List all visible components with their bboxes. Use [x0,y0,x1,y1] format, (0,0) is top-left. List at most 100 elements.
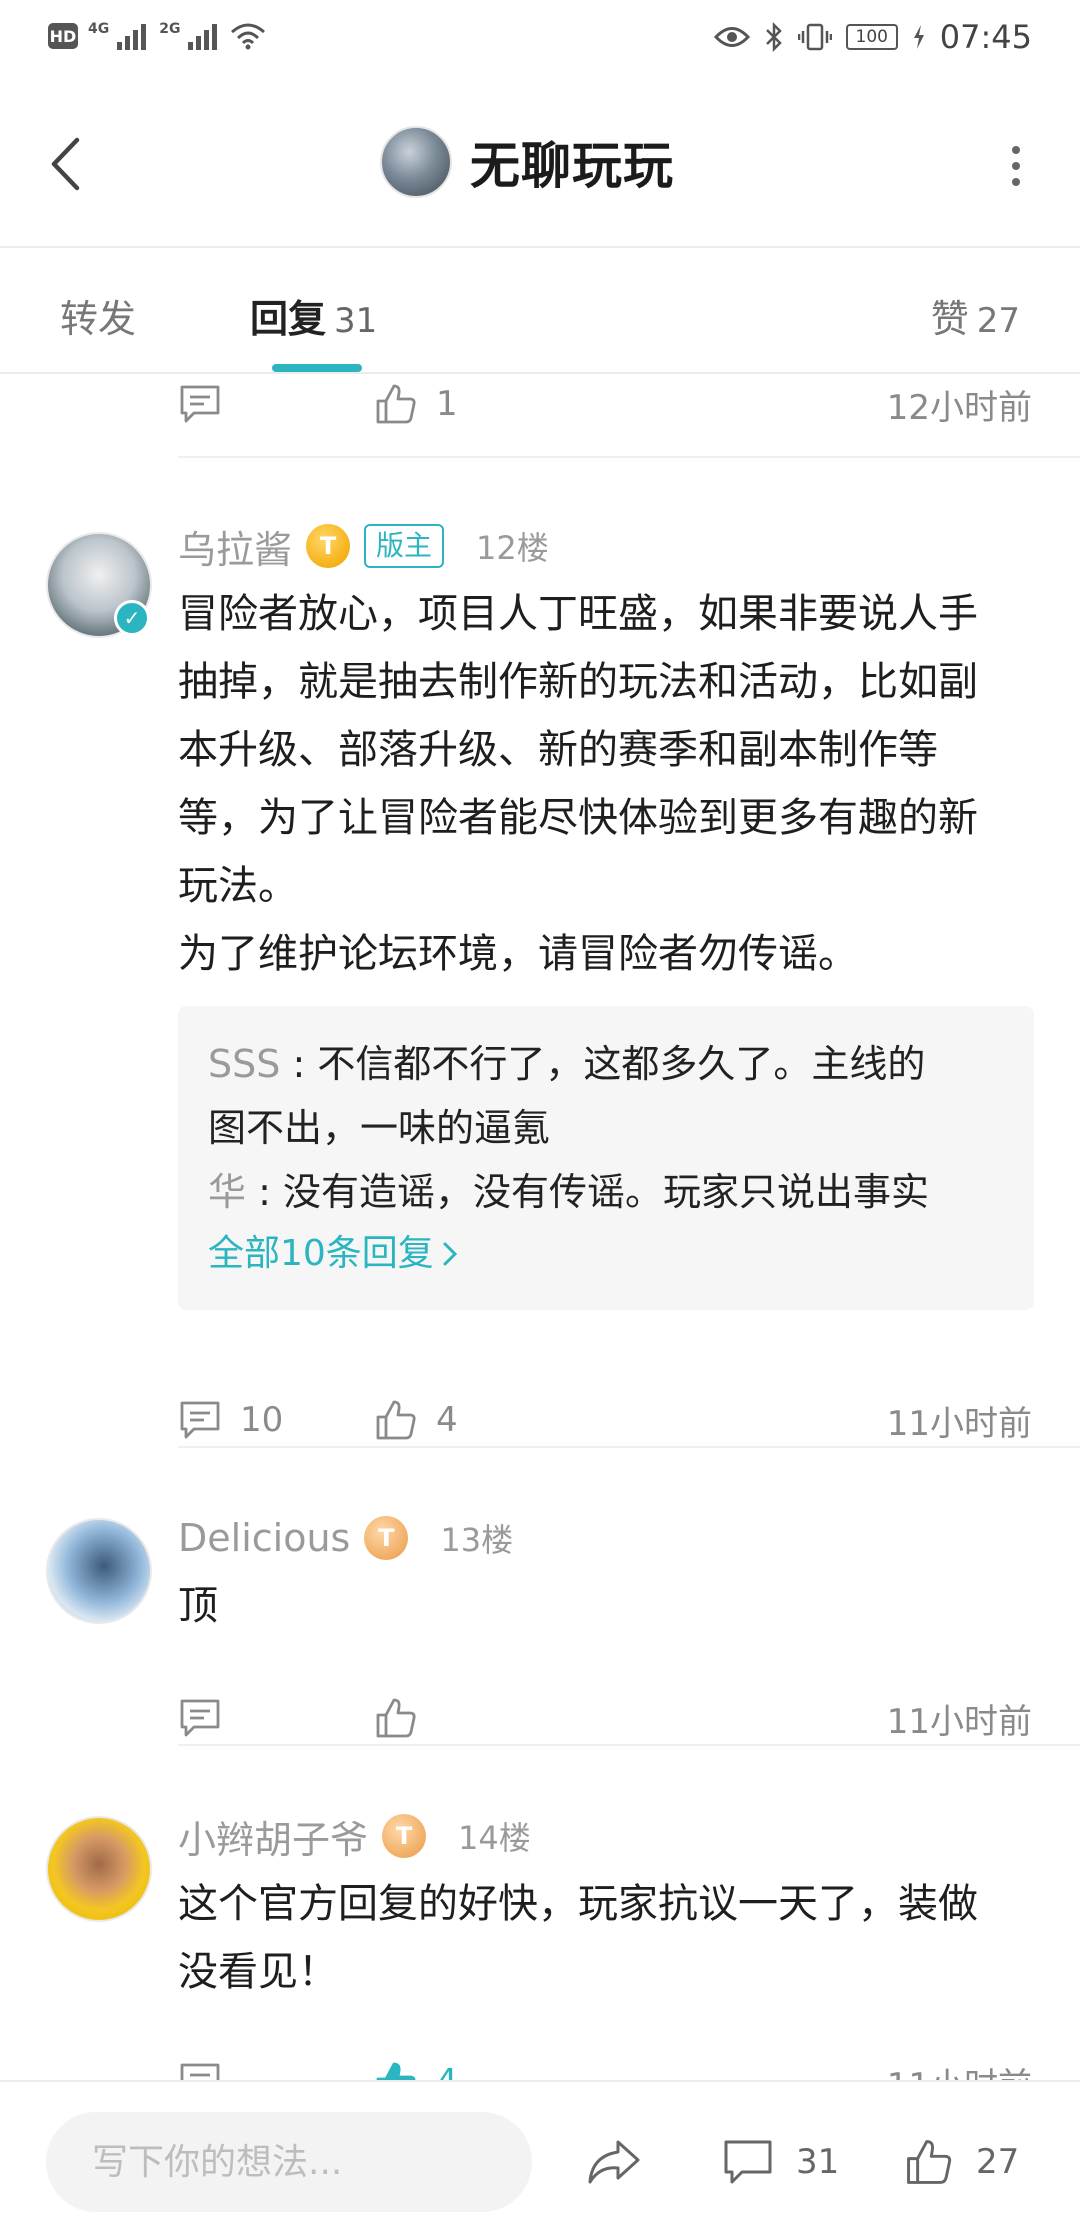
wifi-icon [231,23,266,50]
back-button[interactable] [40,132,90,196]
thumbs-up-icon [376,1698,416,1738]
all-replies-link[interactable]: 全部10条回复 [208,1224,1004,1284]
post-line: 本升级、部落升级、新的赛季和副本制作等 [178,727,938,773]
like-count: 4 [436,2062,458,2080]
thumbs-up-icon [376,2062,416,2080]
comment-button[interactable] [178,1698,374,1738]
post-time: 12小时前 [886,387,1032,428]
post-line: 为了维护论坛环境，请冒险者勿传谣。 [178,931,858,977]
avatar[interactable] [46,1518,152,1624]
sub-reply: SSS : 不信都不行了，这都多久了。主线的 图不出，一味的逼氪 [208,1032,1004,1160]
like-post-button[interactable]: 27 [904,2128,1019,2196]
avatar[interactable] [46,1816,152,1922]
reply-input-container[interactable] [46,2112,532,2212]
username[interactable]: Delicious [178,1516,350,1560]
network-label-1: 4G [88,21,110,37]
floor-number: 13楼 [440,1521,514,1559]
sub-reply-author[interactable]: SSS [208,1042,280,1086]
thumbs-up-icon [907,2140,952,2184]
post-line: 等，为了让冒险者能尽快体验到更多有趣的新 [178,795,978,841]
tab-forward-label: 转发 [60,297,137,341]
reply-feed[interactable]: 1 12小时前 ✓ 乌拉酱 T 版主 12楼 冒险者放心，项目人丁旺盛，如果非要… [0,374,1080,2080]
author-avatar[interactable] [380,126,452,198]
reply-input[interactable] [92,2141,492,2183]
post-body: 这个官方回复的好快，玩家抗议一天了，装做 没看见！ [178,1870,1040,2006]
post-line: 顶 [178,1583,218,1629]
post-meta: 乌拉酱 T 版主 12楼 [178,520,549,572]
level-badge-icon: T [306,524,351,568]
sub-reply-author[interactable]: 华 [208,1170,246,1214]
network-label-2: 2G [159,21,181,37]
comment-button[interactable] [178,384,374,424]
clock: 07:45 [939,18,1032,56]
comment-icon [180,385,220,423]
sub-reply: 华 : 没有造谣，没有传谣。玩家只说出事实 [208,1160,1004,1224]
chevron-right-icon [443,1242,457,1266]
floor-number: 12楼 [476,529,549,567]
divider [178,1446,1080,1448]
all-replies-label: 全部10条回复 [208,1233,434,1274]
tab-bar: 转发 回复 31 赞 27 [0,250,1080,374]
eye-icon [713,27,750,47]
comment-icon [724,2140,772,2184]
tab-like-count: 27 [976,301,1020,341]
username[interactable]: 小辫胡子爷 [178,1809,368,1864]
like-button[interactable]: 1 [374,382,574,426]
post-actions: 4 11小时前 [178,2052,1032,2080]
hd-badge: HD [48,23,78,49]
thumbs-up-icon [376,1400,416,1440]
level-badge-icon: T [364,1516,409,1560]
like-button[interactable]: 4 [374,2060,574,2080]
more-options-button[interactable] [1008,146,1024,186]
bottom-bar: 31 27 [0,2080,1080,2240]
comments-count: 31 [796,2142,840,2182]
tab-reply-count: 31 [334,301,378,341]
post-time: 11小时前 [887,2058,1032,2081]
share-button[interactable] [586,2128,642,2196]
signal-icon [117,24,147,50]
thumbs-up-icon [376,384,416,424]
vibrate-icon [797,23,832,51]
more-vertical-icon [1012,146,1020,154]
status-bar: HD 4G 2G 100 07:45 [0,0,1080,80]
battery-icon: 100 [845,24,898,50]
floor-number: 14楼 [458,1819,531,1857]
tab-reply[interactable]: 回复 31 [250,288,377,343]
bluetooth-icon [765,22,782,52]
post-time: 11小时前 [886,1701,1032,1742]
sub-replies-box[interactable]: SSS : 不信都不行了，这都多久了。主线的 图不出，一味的逼氪 华 : 没有造… [178,1006,1034,1310]
charging-icon [913,25,924,49]
title-group[interactable]: 无聊玩玩 [380,126,674,198]
comment-button[interactable]: 10 [178,1400,374,1440]
post-body: 冒险者放心，项目人丁旺盛，如果非要说人手 抽掉，就是抽去制作新的玩法和活动，比如… [178,580,1040,988]
top-bar: 无聊玩玩 [0,80,1080,248]
comment-icon [180,2063,220,2080]
like-button[interactable]: 4 [374,1398,574,1442]
post-line: 这个官方回复的好快，玩家抗议一天了，装做 [178,1881,978,1927]
post-line: 没看见！ [178,1949,338,1995]
divider [178,1744,1080,1746]
like-count: 1 [436,384,458,424]
sub-reply-text: : 不信都不行了，这都多久了。主线的 [280,1042,926,1086]
post-body: 顶 [178,1572,1040,1640]
post-actions: 1 12小时前 [178,374,1032,434]
tab-like[interactable]: 赞 27 [931,288,1020,343]
sub-reply-text: : 没有造谣，没有传谣。玩家只说出事实 [246,1170,929,1214]
share-icon [588,2140,640,2184]
page-title: 无聊玩玩 [470,137,674,195]
status-right: 100 07:45 [713,18,1032,56]
active-tab-indicator [272,364,362,372]
post-actions: 10 4 11小时前 [178,1390,1032,1450]
chevron-left-icon [51,137,80,191]
like-count: 4 [436,1400,458,1440]
tab-reply-label: 回复 [250,297,327,341]
comment-button[interactable] [178,2062,374,2080]
like-button[interactable] [374,1696,574,1740]
moderator-badge: 版主 [364,524,445,568]
tab-like-label: 赞 [930,297,969,341]
tab-forward[interactable]: 转发 [60,288,136,343]
username[interactable]: 乌拉酱 [178,519,292,574]
sub-reply-text: 图不出，一味的逼氪 [208,1106,551,1150]
comments-button[interactable]: 31 [722,2128,839,2196]
verified-badge-icon: ✓ [114,600,150,636]
